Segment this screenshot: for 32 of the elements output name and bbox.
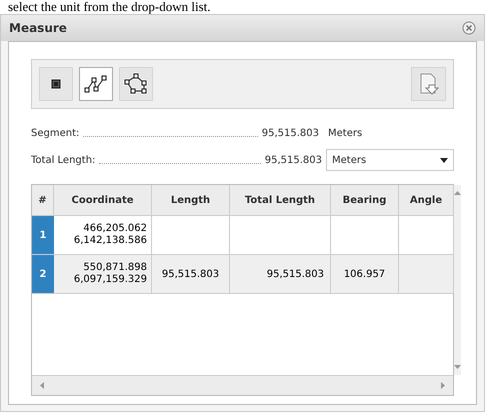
segment-label: Segment:: [31, 126, 80, 140]
scroll-up-icon[interactable]: [454, 191, 461, 195]
horizontal-scrollbar[interactable]: [32, 375, 453, 395]
export-button[interactable]: [411, 67, 446, 101]
close-icon[interactable]: [462, 21, 476, 35]
scroll-right-icon[interactable]: [441, 382, 445, 389]
background-text: select the unit from the drop-down list.: [7, 0, 212, 14]
segment-unit: Meters: [328, 126, 364, 140]
total-length-label: Total Length:: [31, 154, 96, 168]
table-cell-text: 95,515.803: [266, 268, 324, 282]
table-cell-text: 106.957: [344, 268, 386, 282]
vertical-scrollbar[interactable]: [454, 185, 461, 375]
polygon-icon: [124, 73, 148, 95]
point-icon: [51, 79, 61, 89]
caret-icon: [440, 158, 448, 162]
table-cell: 550,871.898 6,097,159.329: [54, 255, 152, 293]
total-length-value: 95,515.803: [264, 154, 322, 168]
table-cell-text: 95,515.803: [162, 268, 220, 282]
scroll-down-icon[interactable]: [454, 365, 461, 369]
row-number: 1: [32, 216, 54, 254]
document-download-icon: [418, 73, 438, 95]
row-number: 2: [32, 255, 54, 293]
segment-value: 95,515.803: [262, 126, 319, 140]
window-title: Measure: [9, 20, 67, 37]
scroll-left-icon[interactable]: [40, 382, 44, 389]
tool-button[interactable]: [39, 67, 73, 101]
polyline-icon: [84, 74, 108, 94]
tool-button[interactable]: [79, 67, 113, 101]
tool-button[interactable]: [119, 67, 153, 101]
unit-dropdown[interactable]: Meters: [326, 149, 454, 171]
table-row[interactable]: 2 550,871.898 6,097,159.329 95,515.803 95,515.803 106.957: [32, 254, 454, 293]
table-row[interactable]: 1 466,205.062 6,142,138.586: [32, 215, 454, 254]
